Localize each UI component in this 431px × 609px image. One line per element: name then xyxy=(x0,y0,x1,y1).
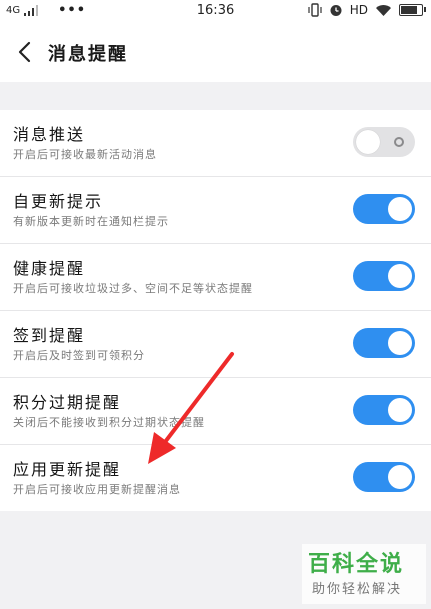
checkin-reminder-toggle[interactable] xyxy=(353,328,415,358)
setting-title: 消息推送 xyxy=(13,125,86,144)
watermark-title: 百科全说 xyxy=(308,552,405,577)
setting-desc: 有新版本更新时在通知栏提示 xyxy=(13,215,169,228)
vibrate-icon xyxy=(308,3,322,17)
toggle-knob xyxy=(388,331,412,355)
hd-badge: HD xyxy=(349,3,368,17)
setting-title: 健康提醒 xyxy=(13,259,86,278)
setting-row-message-push[interactable]: 消息推送 开启后可接收最新活动消息 xyxy=(0,110,431,177)
message-push-toggle[interactable] xyxy=(353,127,415,157)
toggle-knob xyxy=(388,197,412,221)
toggle-off-indicator-icon xyxy=(394,137,404,147)
watermark-logo: 百科全说 助你轻松解决 xyxy=(302,544,426,604)
points-expiry-toggle[interactable] xyxy=(353,395,415,425)
health-reminder-toggle[interactable] xyxy=(353,261,415,291)
setting-row-points-expiry[interactable]: 积分过期提醒 关闭后不能接收到积分过期状态提醒 xyxy=(0,378,431,445)
toggle-knob xyxy=(388,465,412,489)
setting-desc: 开启后及时签到可领积分 xyxy=(13,349,145,362)
toggle-knob xyxy=(388,264,412,288)
settings-list: 消息推送 开启后可接收最新活动消息 自更新提示 有新版本更新时在通知栏提示 健康… xyxy=(0,110,431,511)
setting-row-checkin[interactable]: 签到提醒 开启后及时签到可领积分 xyxy=(0,311,431,378)
setting-title: 积分过期提醒 xyxy=(13,393,122,412)
self-update-toggle[interactable] xyxy=(353,194,415,224)
alarm-icon xyxy=(330,5,342,16)
setting-row-self-update[interactable]: 自更新提示 有新版本更新时在通知栏提示 xyxy=(0,177,431,244)
status-bar: 4G ••• 16:36 HD xyxy=(0,0,431,22)
app-update-toggle[interactable] xyxy=(353,462,415,492)
battery-icon xyxy=(399,4,426,16)
setting-desc: 开启后可接收最新活动消息 xyxy=(13,148,157,161)
status-right: HD xyxy=(308,3,426,17)
setting-title: 自更新提示 xyxy=(13,192,104,211)
setting-row-app-update[interactable]: 应用更新提醒 开启后可接收应用更新提醒消息 xyxy=(0,445,431,511)
setting-desc: 开启后可接收垃圾过多、空间不足等状态提醒 xyxy=(13,282,253,295)
setting-row-health[interactable]: 健康提醒 开启后可接收垃圾过多、空间不足等状态提醒 xyxy=(0,244,431,311)
toggle-knob xyxy=(356,130,380,154)
chevron-left-icon[interactable] xyxy=(16,41,34,63)
setting-desc: 开启后可接收应用更新提醒消息 xyxy=(13,483,181,496)
setting-title: 签到提醒 xyxy=(13,326,86,345)
setting-desc: 关闭后不能接收到积分过期状态提醒 xyxy=(13,416,205,429)
wifi-icon xyxy=(376,4,391,16)
app-header: 消息提醒 xyxy=(0,22,431,82)
setting-title: 应用更新提醒 xyxy=(13,460,122,479)
toggle-knob xyxy=(388,398,412,422)
page-title: 消息提醒 xyxy=(48,44,128,65)
watermark-subtitle: 助你轻松解决 xyxy=(312,582,403,597)
